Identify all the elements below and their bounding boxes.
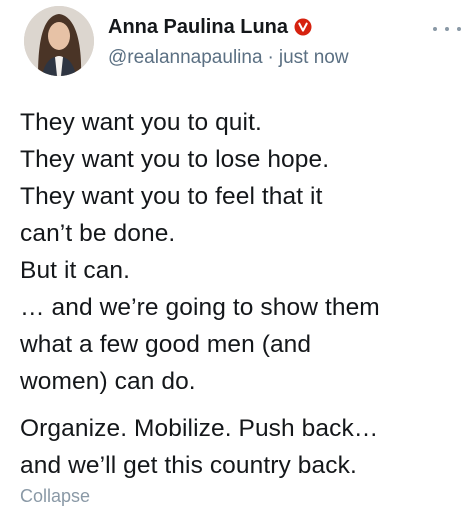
tweet-card: Anna Paulina Luna @realannapaulina · jus… — [0, 0, 475, 506]
verified-badge-icon — [294, 18, 312, 36]
avatar-photo — [24, 6, 94, 76]
tweet-line: They want you to quit. — [20, 109, 262, 136]
tweet-line: They want you to lose hope. — [20, 146, 330, 173]
author-name-row: Anna Paulina Luna — [108, 14, 312, 40]
tweet-text: They want you to quit. They want you to … — [20, 104, 465, 484]
more-dot — [433, 27, 437, 31]
tweet-paragraph: They want you to quit. They want you to … — [20, 104, 465, 400]
more-horizontal-icon[interactable] — [433, 22, 461, 36]
tweet-line: They want you to feel that it — [20, 183, 323, 210]
more-dot — [457, 27, 461, 31]
handle-row: @realannapaulina · just now — [108, 47, 349, 69]
tweet-line: women) can do. — [20, 368, 196, 395]
tweet-paragraph: Organize. Mobilize. Push back… and we’ll… — [20, 410, 465, 484]
more-dot — [445, 27, 449, 31]
tweet-line: what a few good men (and — [20, 331, 312, 358]
tweet-line: … and we’re going to show them — [20, 294, 380, 321]
display-name[interactable]: Anna Paulina Luna — [108, 16, 288, 39]
tweet-line: can’t be done. — [20, 220, 176, 247]
tweet-line: But it can. — [20, 257, 131, 284]
timestamp: just now — [278, 47, 349, 68]
avatar[interactable] — [24, 6, 94, 76]
tweet-line: and we’ll get this country back. — [20, 452, 357, 479]
collapse-link[interactable]: Collapse — [20, 486, 90, 507]
meta-separator: · — [267, 47, 274, 68]
author-handle[interactable]: @realannapaulina — [108, 47, 263, 69]
tweet-line: Organize. Mobilize. Push back… — [20, 415, 379, 442]
